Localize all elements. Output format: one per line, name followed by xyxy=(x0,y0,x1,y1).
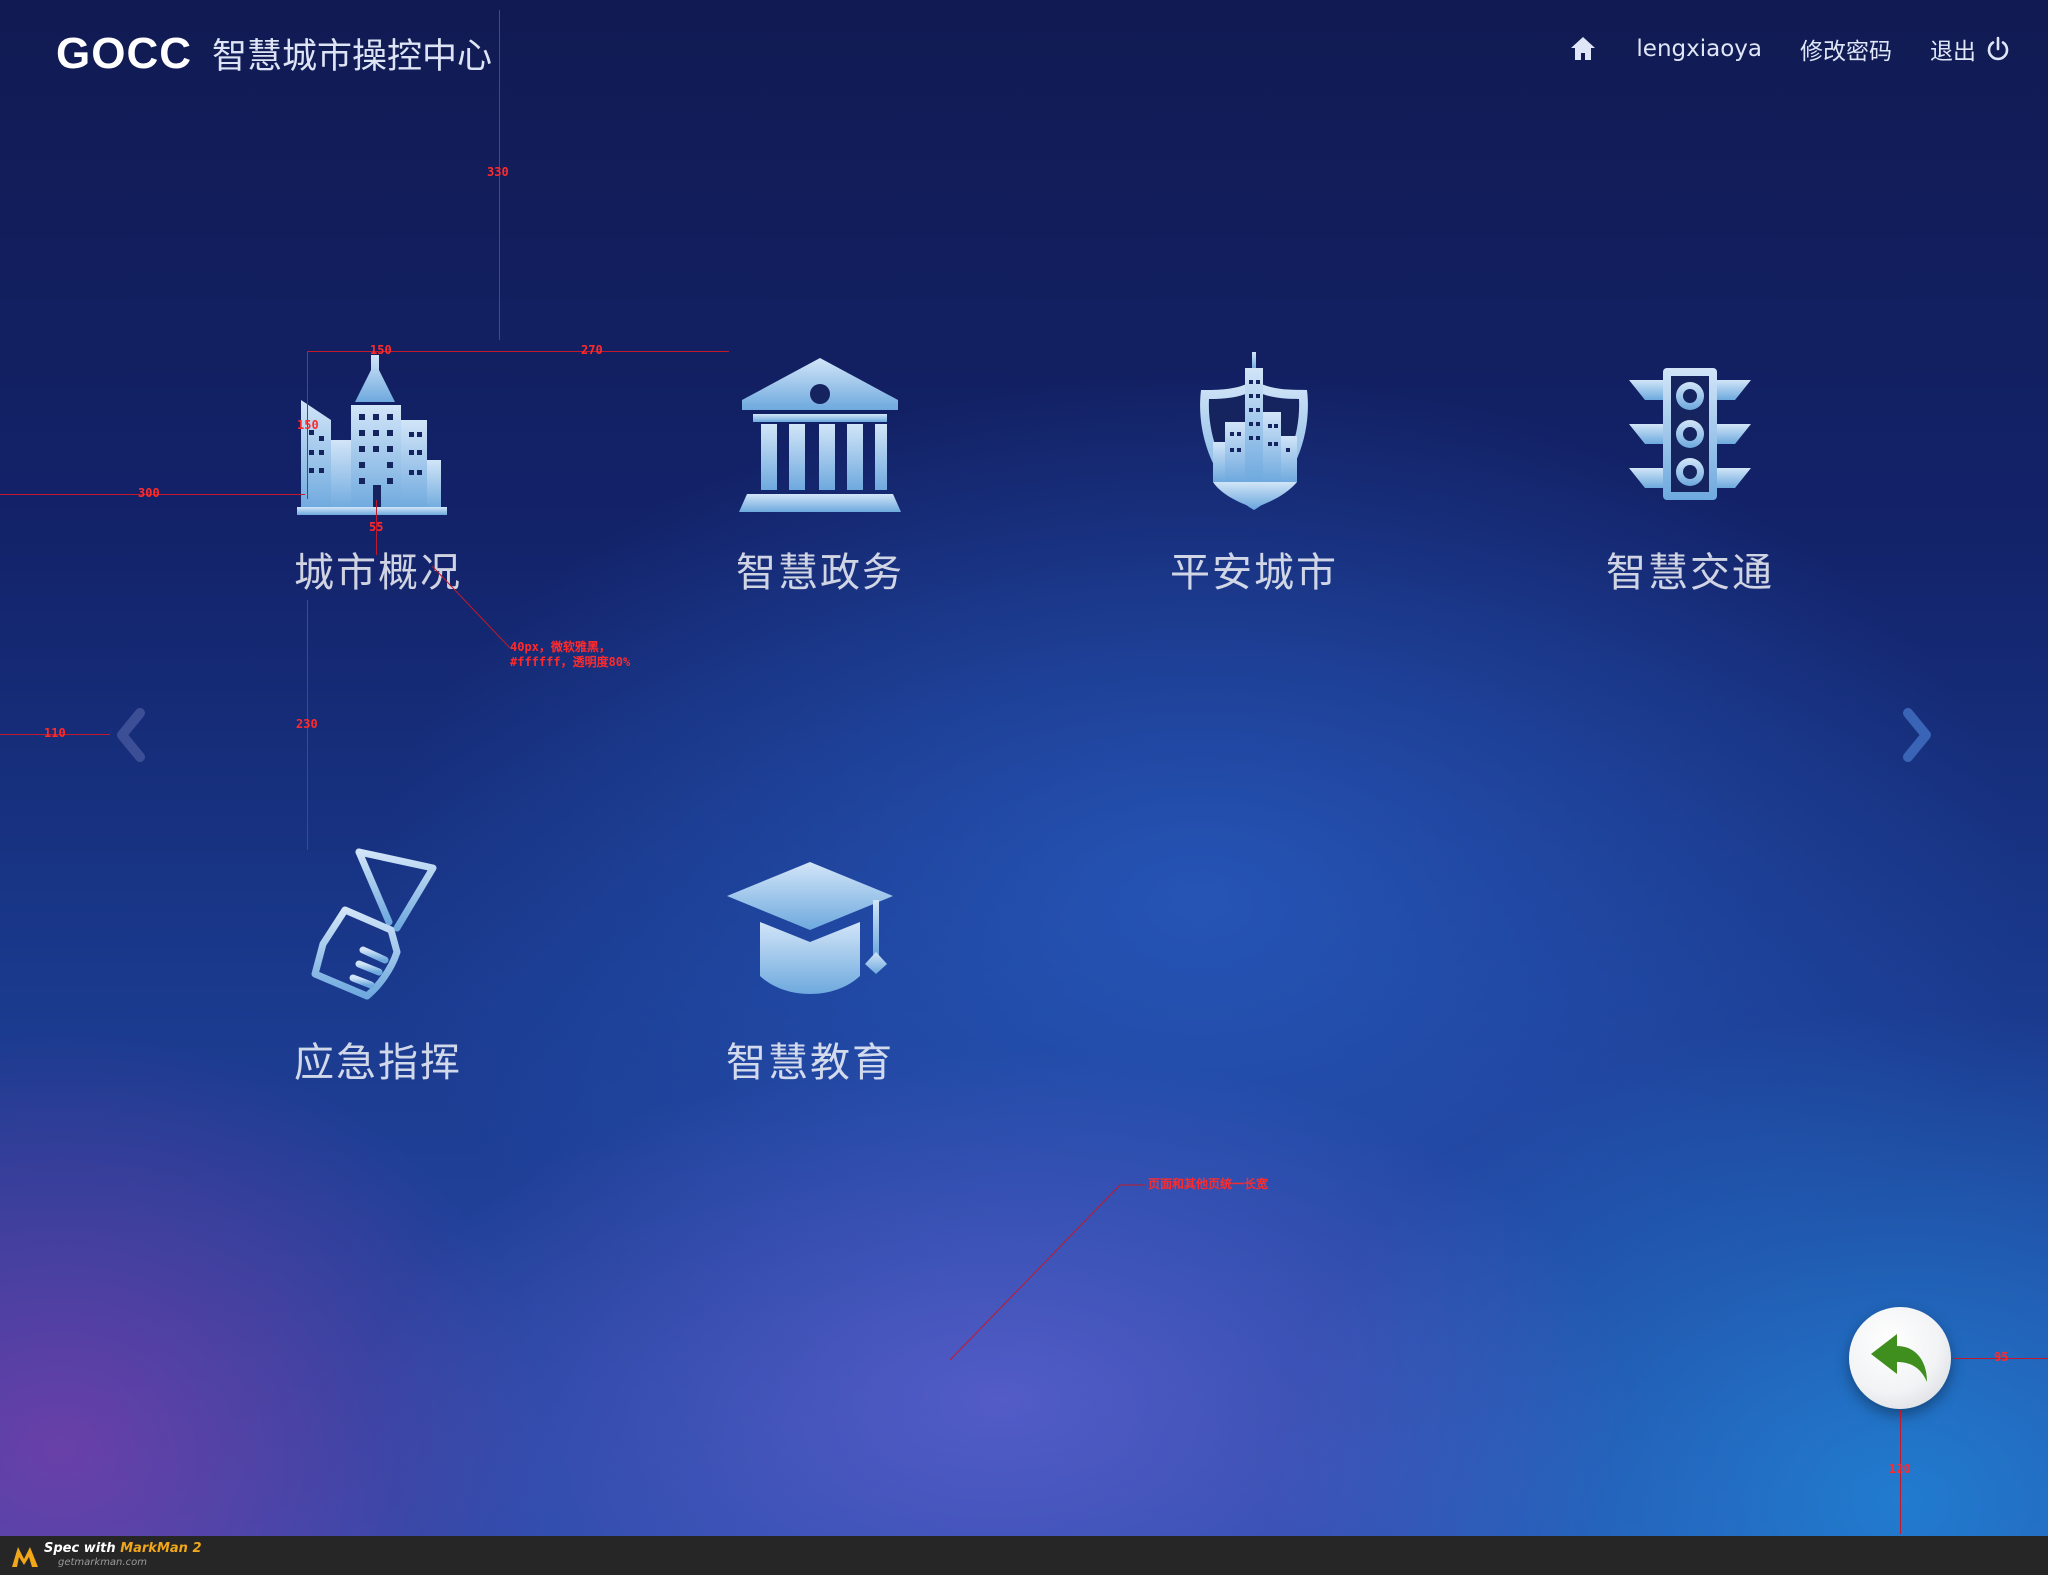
username-link[interactable]: lengxiaoya xyxy=(1636,36,1762,62)
tile-label: 智慧教育 xyxy=(726,1040,894,1086)
power-icon xyxy=(1987,36,2009,61)
logo-mark: GOCC xyxy=(56,29,192,78)
markman-footer: Spec with MarkMan 2 getmarkman.com xyxy=(0,1536,2048,1575)
back-button[interactable] xyxy=(1849,1307,1951,1409)
tile-safe-city[interactable]: 平安城市 xyxy=(1104,350,1404,598)
footer-prefix: Spec with xyxy=(44,1541,116,1556)
footer-brand: MarkMan 2 xyxy=(120,1541,202,1556)
command-flag-hand-icon xyxy=(311,848,437,1000)
next-page-arrow[interactable] xyxy=(1896,705,1936,765)
page-background xyxy=(0,0,2048,1536)
back-arrow-icon xyxy=(1871,1334,1927,1382)
tile-label: 智慧交通 xyxy=(1606,550,1774,596)
app-title: 智慧城市操控中心 xyxy=(212,37,493,77)
tile-label: 平安城市 xyxy=(1170,550,1338,596)
tile-label: 智慧政务 xyxy=(736,550,904,596)
logout-button[interactable]: 退出 xyxy=(1930,32,2012,66)
footer-spec-text: Spec with MarkMan 2 xyxy=(44,1541,202,1556)
app-logo: GOCC 智慧城市操控中心 xyxy=(56,28,492,79)
previous-page-arrow[interactable] xyxy=(112,705,152,765)
traffic-light-icon xyxy=(1629,368,1751,500)
tile-label: 城市概况 xyxy=(294,550,462,596)
tile-smart-government[interactable]: 智慧政务 xyxy=(670,350,970,598)
top-navigation: lengxiaoya 修改密码 退出 xyxy=(1530,32,2012,66)
home-button[interactable] xyxy=(1568,34,1598,64)
tile-label: 应急指挥 xyxy=(294,1040,462,1086)
tile-smart-education[interactable]: 智慧教育 xyxy=(660,840,960,1088)
government-building-icon xyxy=(739,358,901,512)
graduation-cap-icon xyxy=(727,862,893,994)
markman-logo-icon xyxy=(12,1547,38,1567)
tile-emergency-command[interactable]: 应急指挥 xyxy=(228,840,528,1088)
footer-url: getmarkman.com xyxy=(58,1557,147,1568)
city-shield-icon xyxy=(1200,352,1308,510)
change-password-link[interactable]: 修改密码 xyxy=(1800,32,1892,66)
tile-city-overview[interactable]: 城市概况 xyxy=(228,350,528,598)
tile-smart-traffic[interactable]: 智慧交通 xyxy=(1540,350,1840,598)
home-icon xyxy=(1571,37,1596,60)
city-buildings-icon xyxy=(297,355,447,515)
logout-label: 退出 xyxy=(1930,39,1976,65)
chevron-right-icon xyxy=(1903,708,1931,762)
chevron-left-icon xyxy=(117,708,145,762)
